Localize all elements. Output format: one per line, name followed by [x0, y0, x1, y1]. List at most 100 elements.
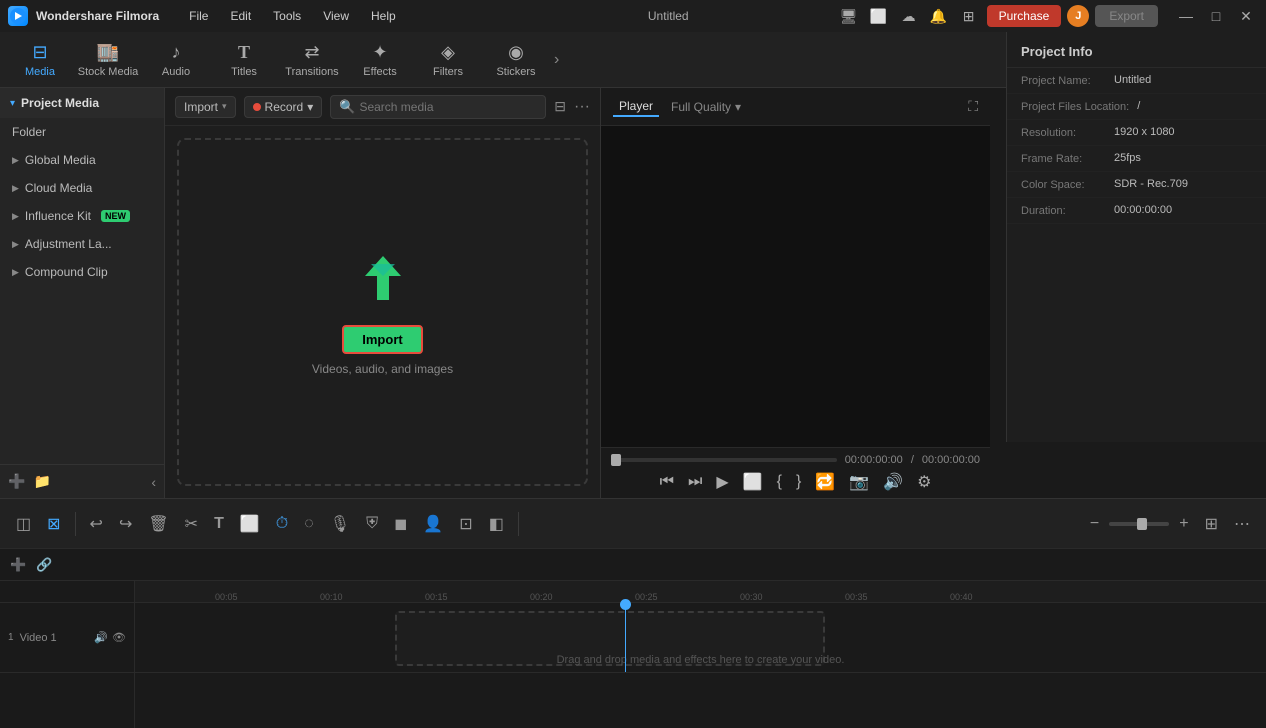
add-folder-icon[interactable]: ➕ — [8, 473, 25, 490]
collapse-sidebar-button[interactable]: ‹ — [151, 474, 156, 490]
maximize-button[interactable]: □ — [1204, 4, 1228, 28]
mark-out-button[interactable]: } — [796, 473, 801, 491]
ruler: 00:05 00:10 00:15 00:20 00:25 00:30 00:3… — [135, 581, 1266, 603]
toolbar-stock-media[interactable]: 🏬 Stock Media — [74, 33, 142, 87]
grid-view-icon[interactable]: ⊞ — [1199, 510, 1224, 538]
crop-icon[interactable]: ⬜ — [234, 510, 266, 538]
toolbar-titles[interactable]: T Titles — [210, 33, 278, 87]
select-tool-icon[interactable]: ⊠ — [41, 510, 66, 538]
info-row-resolution: Resolution: 1920 x 1080 — [1007, 120, 1266, 146]
menu-view[interactable]: View — [313, 5, 359, 27]
settings-icon[interactable]: ⚙ — [917, 472, 931, 492]
cloud-icon[interactable]: ☁ — [897, 4, 921, 28]
zoom-slider[interactable] — [1109, 522, 1169, 526]
audio-icon[interactable]: 🎙 — [324, 510, 356, 538]
redo-icon[interactable]: ↪ — [113, 510, 138, 538]
toolbar-stickers[interactable]: ◉ Stickers — [482, 33, 550, 87]
quality-dropdown[interactable]: Full Quality ▾ — [671, 100, 741, 114]
window-controls: — □ ✕ — [1174, 4, 1258, 28]
track-audio-icon[interactable]: 🔊 — [94, 631, 108, 644]
player-area: Player Full Quality ▾ ⛶ 00:00:00: — [600, 88, 990, 498]
motion-track-icon[interactable]: ⊡ — [453, 510, 478, 538]
track-number: 1 — [8, 632, 14, 643]
stop-button[interactable]: ⬜ — [743, 472, 763, 492]
stabilize-icon[interactable]: ⛨ — [360, 511, 384, 537]
more-options-icon[interactable]: ⋯ — [1228, 510, 1256, 538]
sidebar-collapse-arrow[interactable]: ▾ — [10, 98, 15, 109]
video-effects-icon[interactable]: ◼ — [388, 510, 413, 538]
speed-icon[interactable]: ⏱ — [270, 511, 294, 537]
undo-icon[interactable]: ↩ — [84, 510, 109, 538]
drop-zone[interactable]: Import Videos, audio, and images — [177, 138, 588, 486]
chevron-right-icon-4: ▶ — [12, 239, 19, 250]
track-eye-icon[interactable]: 👁 — [112, 631, 126, 644]
more-options-icon[interactable]: ··· — [574, 98, 590, 116]
playhead[interactable] — [625, 603, 626, 672]
avatar[interactable]: J — [1067, 5, 1089, 27]
video-track-label: 1 Video 1 🔊 👁 — [0, 603, 134, 673]
delete-icon[interactable]: 🗑 — [142, 510, 174, 538]
link-icon[interactable]: 🔗 — [36, 557, 52, 573]
menu-tools[interactable]: Tools — [263, 5, 311, 27]
player-screen — [601, 126, 990, 447]
sidebar-item-compound-clip[interactable]: ▶ Compound Clip — [0, 258, 164, 286]
sidebar-item-cloud-media[interactable]: ▶ Cloud Media — [0, 174, 164, 202]
toolbar-transitions[interactable]: ⇄ Transitions — [278, 33, 346, 87]
player-tab[interactable]: Player — [613, 97, 659, 117]
step-back-button[interactable]: ⏮ — [660, 473, 674, 491]
sidebar-item-influence-kit[interactable]: ▶ Influence Kit NEW — [0, 202, 164, 230]
app-logo — [8, 6, 28, 26]
loop-icon[interactable]: 🔁 — [815, 472, 835, 492]
minimize-button[interactable]: — — [1174, 4, 1198, 28]
record-button[interactable]: Record ▾ — [244, 96, 323, 118]
filter-icon[interactable]: ⊟ — [554, 98, 566, 115]
cut-icon[interactable]: ✂ — [179, 510, 204, 538]
zoom-out-button[interactable]: − — [1084, 511, 1105, 537]
search-input[interactable] — [359, 100, 537, 114]
play-button[interactable]: ▶ — [716, 472, 728, 492]
toolbar-more-icon[interactable]: › — [550, 47, 563, 73]
media-panel: Import ▾ Record ▾ 🔍 ⊟ ··· — [165, 88, 600, 498]
toolbar-filters[interactable]: ◈ Filters — [414, 33, 482, 87]
snapshot-icon[interactable]: 📷 — [849, 472, 869, 492]
window-icon[interactable]: ⬜ — [867, 4, 891, 28]
import-button[interactable]: Import — [342, 325, 422, 354]
zoom-in-button[interactable]: + — [1173, 511, 1194, 537]
import-dropdown[interactable]: Import ▾ — [175, 96, 236, 118]
color-correction-icon[interactable]: ◌ — [298, 511, 320, 537]
video-track[interactable]: Drag and drop media and effects here to … — [135, 603, 1266, 673]
toolbar-audio[interactable]: ♪ Audio — [142, 33, 210, 87]
text-icon[interactable]: T — [208, 511, 230, 537]
close-button[interactable]: ✕ — [1234, 4, 1258, 28]
search-box[interactable]: 🔍 — [330, 95, 546, 119]
sidebar-item-folder[interactable]: Folder — [0, 118, 164, 146]
sidebar-item-global-media[interactable]: ▶ Global Media — [0, 146, 164, 174]
green-screen-icon[interactable]: ◧ — [483, 510, 510, 538]
stickers-icon: ◉ — [508, 42, 524, 63]
menu-file[interactable]: File — [179, 5, 218, 27]
sidebar-item-adjustment[interactable]: ▶ Adjustment La... — [0, 230, 164, 258]
add-track-icon[interactable]: ➕ — [10, 557, 26, 573]
scene-split-icon[interactable]: ◫ — [10, 510, 37, 538]
record-dot-icon — [253, 103, 261, 111]
toolbar-effects[interactable]: ✦ Effects — [346, 33, 414, 87]
apps-icon[interactable]: ⊞ — [957, 4, 981, 28]
bell-icon[interactable]: 🔔 — [927, 4, 951, 28]
toolbar-media[interactable]: ⊟ Media — [6, 33, 74, 87]
progress-bar[interactable] — [611, 458, 837, 462]
menu-edit[interactable]: Edit — [220, 5, 261, 27]
ai-portrait-icon[interactable]: 👤 — [417, 510, 449, 538]
search-icon: 🔍 — [339, 99, 355, 115]
compound-clip-label: Compound Clip — [25, 265, 108, 279]
frame-back-button[interactable]: ⏭ — [688, 473, 702, 491]
export-button[interactable]: Export — [1095, 5, 1158, 27]
fullscreen-icon[interactable]: ⛶ — [968, 98, 978, 115]
volume-icon[interactable]: 🔊 — [883, 472, 903, 492]
menu-help[interactable]: Help — [361, 5, 406, 27]
mark-in-button[interactable]: { — [777, 473, 782, 491]
folder-icon[interactable]: 📁 — [33, 473, 50, 490]
info-row-name: Project Name: Untitled — [1007, 68, 1266, 94]
monitor-icon[interactable]: 🖥 — [837, 4, 861, 28]
purchase-button[interactable]: Purchase — [987, 5, 1062, 27]
timeline-header: ➕ 🔗 — [0, 549, 1266, 581]
